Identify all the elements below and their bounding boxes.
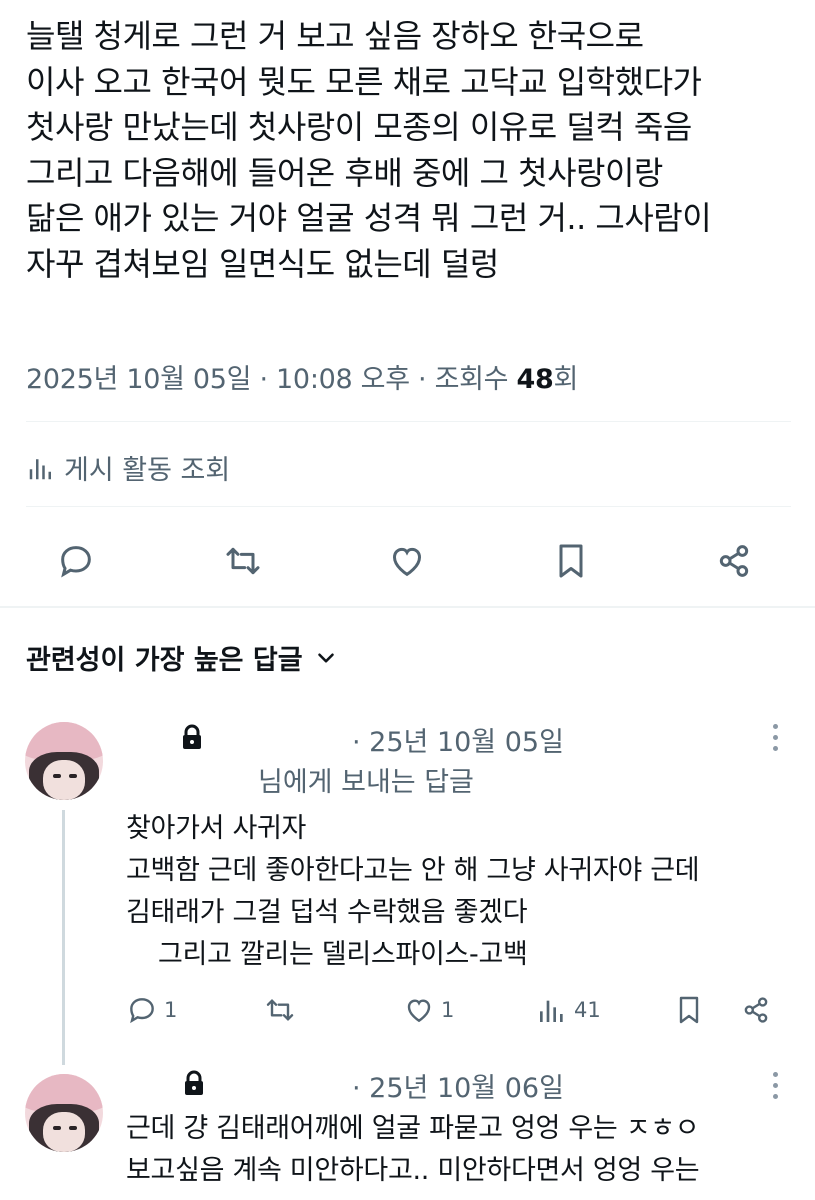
bookmark-button[interactable]	[673, 990, 705, 1030]
post-text-line: 이사 오고 한국어 뭣도 모른 채로 고닥교 입학했다가	[26, 62, 702, 101]
post-action-bar	[0, 533, 815, 589]
share-button[interactable]	[740, 990, 772, 1030]
reply-text: 찾아가서 사귀자 고백함 근데 좋아한다고는 안 해 그냥 사귀자야 근데 김태…	[126, 808, 700, 976]
activity-label: 게시 활동 조회	[64, 455, 231, 486]
share-icon	[744, 997, 768, 1023]
reply-date[interactable]: · 25년 10월 05일	[352, 720, 564, 759]
lock-icon	[185, 1070, 203, 1095]
heart-icon	[407, 999, 431, 1023]
avatar[interactable]	[25, 1074, 103, 1152]
retweet-icon	[266, 999, 294, 1021]
views-count: 48	[516, 364, 554, 395]
reply-button[interactable]	[48, 533, 104, 589]
replies-sort-dropdown[interactable]: 관련성이 가장 높은 답글	[26, 638, 339, 677]
bar-chart-icon	[29, 458, 51, 479]
reply-button[interactable]: 1	[126, 990, 177, 1030]
reply-text-line: 그리고 깔리는 델리스파이스-고백	[158, 939, 528, 970]
views-button[interactable]: 41	[536, 990, 601, 1030]
reply-text: 근데 걍 김태래어깨에 얼굴 파묻고 엉엉 우는 ㅈㅎㅇ 보고싶음 계속 미안하…	[126, 1108, 700, 1192]
post-activity-link[interactable]: 게시 활동 조회	[26, 448, 230, 487]
retweet-icon	[226, 547, 260, 575]
share-icon	[719, 545, 749, 577]
post-text-line: 닮은 애가 있는 거야 얼굴 성격 뭐 그런 거.. 그사람이	[26, 199, 712, 237]
reply-action-bar: 1 1 41	[0, 990, 815, 1030]
share-button[interactable]	[706, 533, 762, 589]
bookmark-icon	[559, 544, 583, 578]
replies-sort-label: 관련성이 가장 높은 답글	[26, 645, 303, 676]
more-vertical-icon[interactable]	[770, 724, 780, 754]
reply-text-line: 찾아가서 사귀자	[126, 813, 307, 844]
reply-icon	[61, 546, 91, 578]
section-divider	[0, 606, 815, 608]
reply-text-line: 고백함 근데 좋아한다고는 안 해 그냥 사귀자야 근데	[126, 855, 700, 886]
reply-text-line: 보고싶음 계속 미안하다고.. 미안하다면서 엉엉 우는	[126, 1155, 700, 1186]
avatar[interactable]	[25, 722, 103, 800]
divider	[26, 421, 791, 422]
reply-count: 1	[164, 998, 178, 1022]
like-count: 1	[441, 998, 455, 1022]
retweet-button[interactable]	[215, 533, 271, 589]
lock-icon	[183, 724, 201, 749]
reply-date[interactable]: · 25년 10월 06일	[352, 1066, 564, 1105]
heart-icon	[392, 547, 422, 577]
post-text-line: 첫사랑 만났는데 첫사랑이 모종의 이유로 덜컥 죽음	[26, 108, 692, 146]
reply-icon	[130, 998, 154, 1024]
post-text-line: 늘탤 청게로 그런 거 보고 싶음 장하오 한국으로	[26, 17, 644, 55]
retweet-button[interactable]	[264, 990, 296, 1030]
like-button[interactable]	[379, 533, 435, 589]
post-text: 늘탤 청게로 그런 거 보고 싶음 장하오 한국으로 이사 오고 한국어 뭣도 …	[26, 14, 796, 287]
post-timestamp[interactable]: 2025년 10월 05일 · 10:08 오후 · 조회수	[26, 364, 516, 395]
views-suffix: 회	[553, 364, 579, 395]
post-text-line: 그리고 다음해에 들어온 후배 중에 그 첫사랑이랑	[26, 153, 663, 192]
chevron-down-icon	[317, 652, 334, 663]
view-count: 41	[574, 998, 601, 1022]
reply-text-line: 김태래가 그걸 덥석 수락했음 좋겠다	[126, 897, 528, 928]
divider	[26, 506, 791, 507]
replying-to: 님에게 보내는 답글	[258, 767, 474, 798]
bookmark-icon	[679, 996, 699, 1024]
post-meta: 2025년 10월 05일 · 10:08 오후 · 조회수 48회	[26, 357, 578, 396]
post-text-line: 자꾸 겹쳐보임 일면식도 없는데 덜렁	[26, 244, 499, 283]
more-vertical-icon[interactable]	[770, 1072, 780, 1102]
like-button[interactable]: 1	[403, 990, 454, 1030]
bar-chart-icon	[540, 1000, 563, 1022]
bookmark-button[interactable]	[543, 533, 599, 589]
reply-text-line: 근데 걍 김태래어깨에 얼굴 파묻고 엉엉 우는 ㅈㅎㅇ	[126, 1113, 700, 1144]
